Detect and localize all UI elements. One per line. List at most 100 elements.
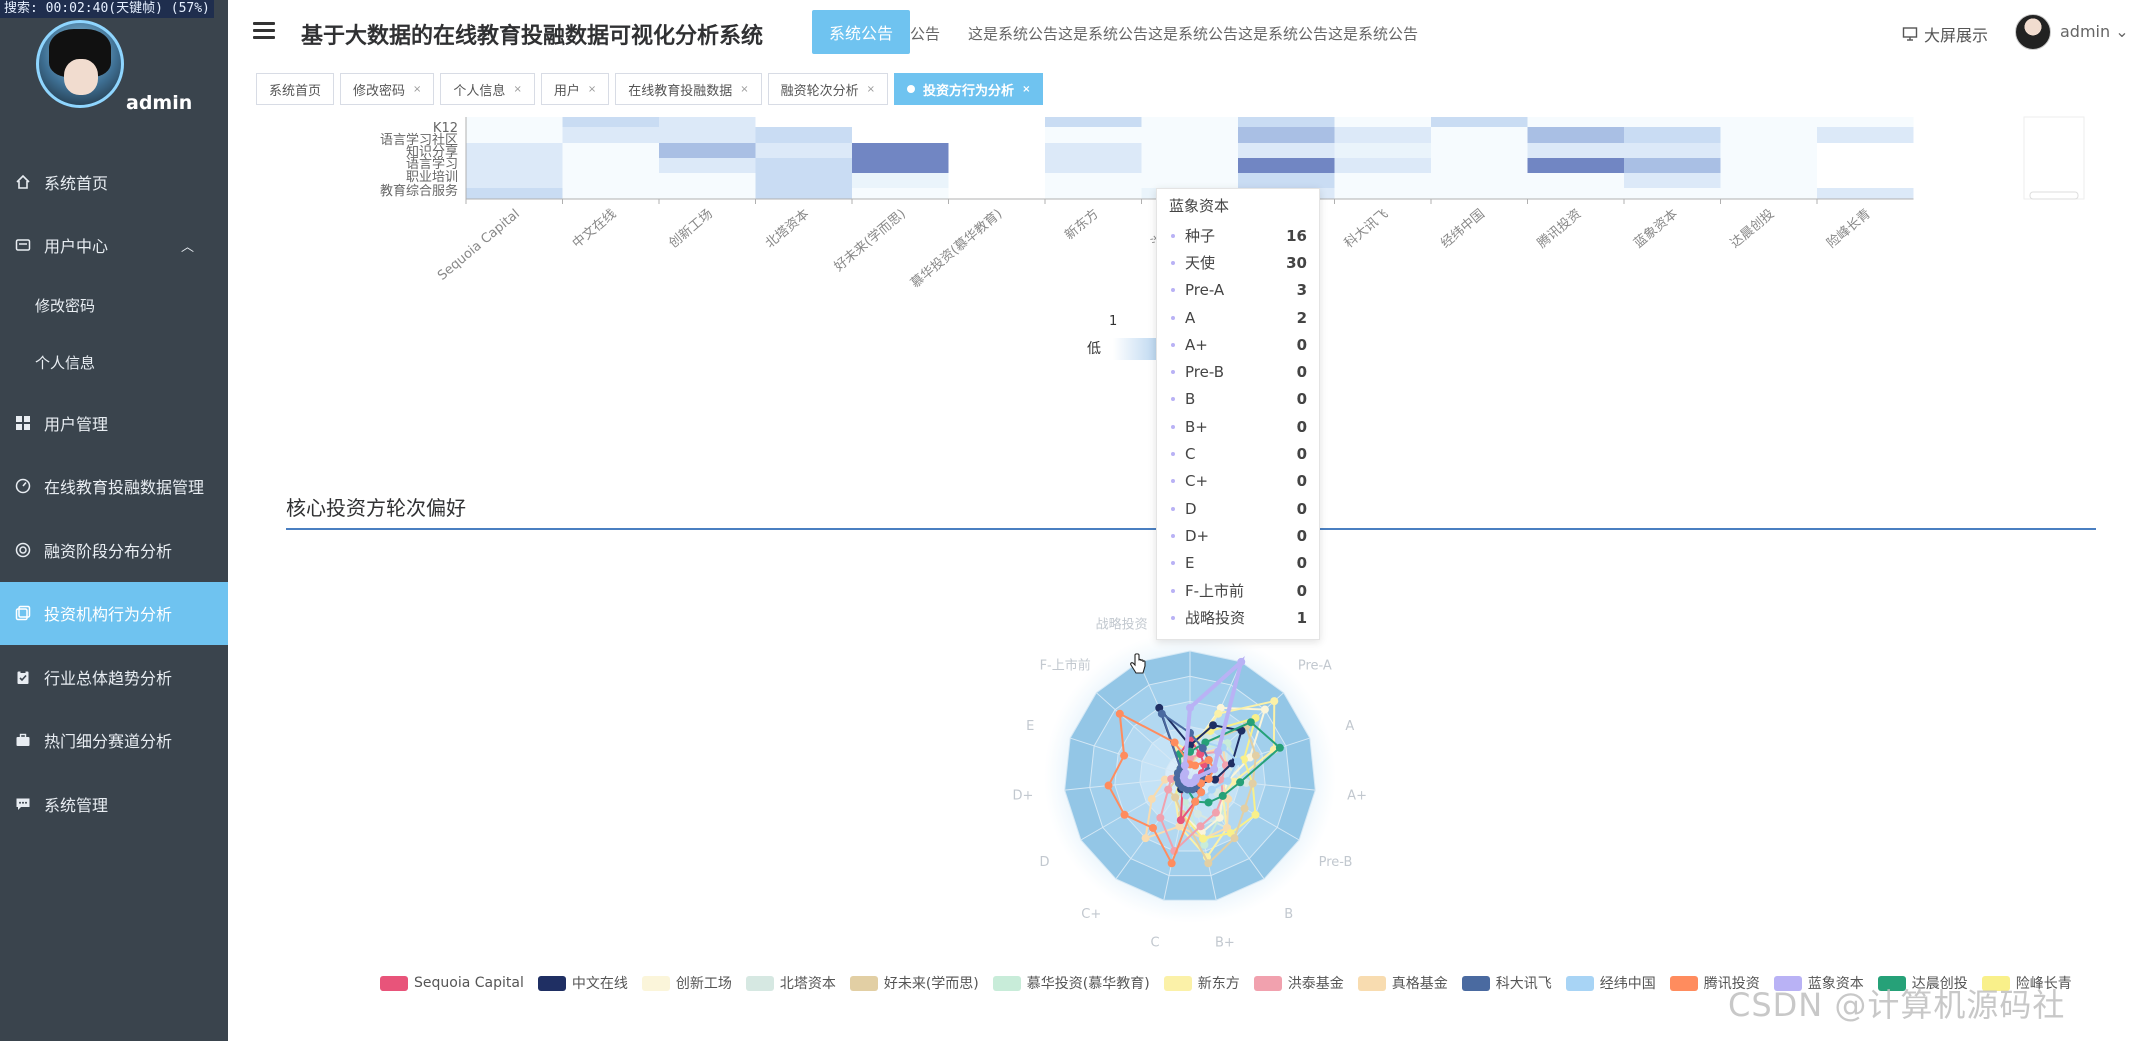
- legend-item[interactable]: 洪泰基金: [1253, 973, 1344, 993]
- radar-point: [1157, 709, 1166, 718]
- radar-indicator-label: A: [1345, 719, 1354, 734]
- radar-point: [1156, 813, 1165, 822]
- legend-label: 经纬中国: [1599, 976, 1656, 992]
- tooltip-row-value: 30: [1286, 253, 1307, 272]
- radar-indicator-label: 战略投资: [1096, 617, 1148, 633]
- radar-point: [1230, 834, 1239, 843]
- radar-indicator-label: Pre-A: [1298, 659, 1332, 674]
- tooltip-row-name: Pre-B: [1185, 363, 1225, 382]
- legend-label: 北塔资本: [779, 976, 836, 992]
- tooltip-title: 蓝象资本: [1169, 197, 1230, 215]
- radar-point: [1204, 756, 1213, 765]
- tooltip-row: 种子 16: [1169, 222, 1307, 249]
- legend-label: 创新工场: [675, 976, 732, 992]
- tooltip-row-value: 0: [1296, 499, 1307, 518]
- radar-point: [1104, 781, 1113, 790]
- radar-point: [1251, 810, 1260, 819]
- tooltip-row-name: 战略投资: [1185, 609, 1246, 628]
- radar-point: [1148, 823, 1157, 832]
- radar-point: [1236, 778, 1245, 787]
- tooltip-row-name: A+: [1185, 335, 1208, 354]
- series-dot-icon: [1171, 588, 1175, 593]
- radar-point: [1207, 785, 1216, 794]
- tooltip-row-value: 0: [1296, 335, 1307, 354]
- legend-item[interactable]: 好未来(学而思): [849, 973, 979, 993]
- tooltip-row-name: D+: [1185, 526, 1210, 545]
- hand-cursor-icon: [1130, 653, 1146, 674]
- legend-item[interactable]: 科大讯飞: [1461, 973, 1552, 993]
- legend-item[interactable]: 新东方: [1163, 973, 1240, 993]
- radar-indicator-label: B: [1284, 907, 1293, 922]
- radar-point: [1260, 705, 1269, 714]
- tooltip-row: A2: [1169, 304, 1307, 331]
- legend-label: Sequoia Capital: [414, 975, 524, 991]
- series-dot-icon: [1171, 370, 1175, 375]
- tooltip-row-name: E: [1185, 554, 1195, 573]
- radar-indicator-label: C+: [1081, 907, 1101, 922]
- tooltip-row-value: 0: [1296, 526, 1307, 545]
- radar-point: [1120, 751, 1129, 760]
- legend-item[interactable]: 慕华投资(慕华教育): [992, 973, 1150, 993]
- legend-label: 慕华投资(慕华教育): [1026, 976, 1150, 992]
- legend-item[interactable]: 真格基金: [1357, 973, 1448, 993]
- radar-point: [1214, 747, 1223, 756]
- legend-swatch: [1669, 975, 1698, 991]
- tooltip-row: Pre-A 3: [1169, 277, 1307, 304]
- legend-item[interactable]: Sequoia Capital: [380, 975, 524, 991]
- legend-label: 中文在线: [571, 976, 628, 992]
- legend-item[interactable]: 北塔资本: [745, 973, 836, 993]
- series-dot-icon: [1171, 315, 1175, 320]
- tooltip-row: B0: [1169, 386, 1307, 413]
- radar-indicator-label: D+: [1012, 789, 1033, 804]
- tooltip-row-value: 0: [1296, 581, 1307, 600]
- series-dot-icon: [1171, 424, 1175, 429]
- tooltip-row-name: D: [1185, 499, 1197, 518]
- radar-point: [1199, 834, 1208, 843]
- radar-point: [1115, 709, 1124, 718]
- legend-swatch: [1565, 975, 1594, 991]
- radar-point: [1251, 751, 1260, 760]
- tooltip-row: 天使 30: [1169, 249, 1307, 276]
- legend-swatch: [1357, 975, 1386, 991]
- tooltip-row: A+ 0: [1169, 331, 1307, 358]
- series-dot-icon: [1171, 615, 1175, 620]
- radar-point: [1191, 761, 1200, 770]
- legend-label: 好未来(学而思): [883, 976, 979, 992]
- radar-point: [1191, 797, 1200, 806]
- legend-item[interactable]: 经纬中国: [1565, 973, 1656, 993]
- radar-point: [1167, 859, 1176, 868]
- series-dot-icon: [1171, 342, 1175, 347]
- legend-label: 科大讯飞: [1495, 976, 1552, 992]
- tooltip-row-name: F-上市前: [1185, 582, 1245, 600]
- radar-point: [1211, 808, 1220, 817]
- legend-swatch: [1163, 975, 1192, 991]
- series-dot-icon: [1171, 260, 1175, 265]
- legend-swatch: [745, 975, 774, 991]
- tooltip-row-name: 天使: [1185, 254, 1216, 273]
- radar-indicator-label: B+: [1215, 935, 1235, 950]
- radar-point: [1147, 795, 1156, 804]
- legend-swatch: [641, 975, 670, 991]
- tooltip-row-value: 2: [1296, 308, 1307, 327]
- radar-point: [1141, 834, 1150, 843]
- radar-point: [1181, 768, 1190, 777]
- tooltip-row: Pre-B 0: [1169, 358, 1307, 385]
- radar-point: [1209, 721, 1218, 730]
- radar-point: [1204, 798, 1213, 807]
- tooltip-row: E0: [1169, 550, 1307, 577]
- legend-label: 真格基金: [1391, 976, 1448, 992]
- tooltip-row-value: 0: [1296, 445, 1307, 464]
- legend-item[interactable]: 创新工场: [641, 973, 732, 993]
- radar-point: [1204, 774, 1213, 783]
- radar-point: [1214, 709, 1223, 718]
- recording-overlay: 搜索: 00:02:40(天键帧) (57%): [0, 0, 214, 18]
- tooltip-row-name: B+: [1185, 417, 1208, 436]
- radar-point: [1218, 791, 1227, 800]
- legend-item[interactable]: 中文在线: [537, 973, 628, 993]
- legend-label: 洪泰基金: [1287, 976, 1344, 992]
- tooltip-row: D0: [1169, 495, 1307, 522]
- series-dot-icon: [1171, 561, 1175, 566]
- legend-label: 新东方: [1197, 976, 1240, 992]
- tooltip-row: F-上市前 0: [1169, 577, 1307, 604]
- radar-indicator-label: C: [1151, 935, 1160, 950]
